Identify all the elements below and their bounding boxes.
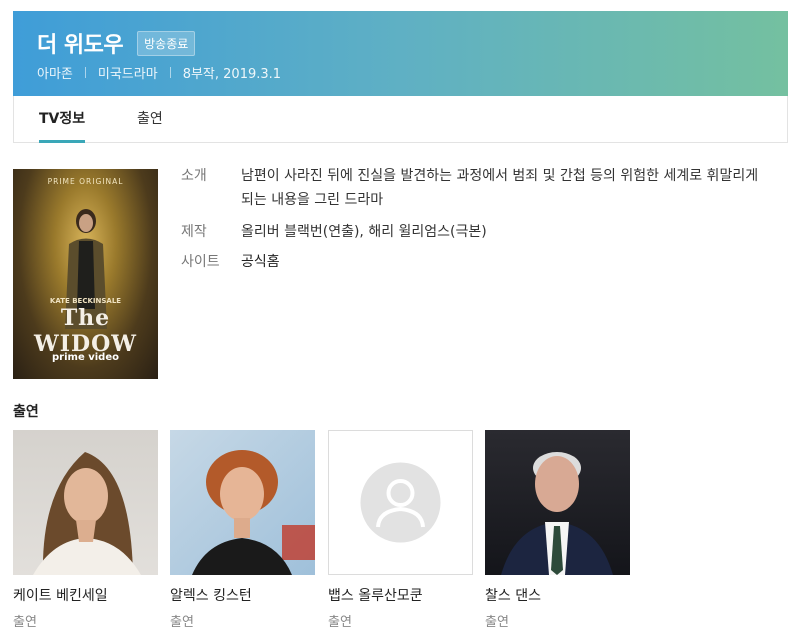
person-photo-icon — [501, 452, 613, 575]
status-badge: 방송종료 — [137, 30, 196, 56]
cast-name[interactable]: 찰스 댄스 — [485, 585, 630, 605]
site-label: 사이트 — [181, 254, 220, 270]
page-title: 더 위도우 — [37, 33, 124, 58]
cast-heading: 출연 — [13, 404, 39, 420]
info-section: 소개 남편이 사라진 뒤에 진실을 발견하는 과정에서 범죄 및 간첩 등의 위… — [181, 164, 761, 274]
poster-image[interactable]: PRIME ORIGINAL KATE BECKINSALE The WIDOW… — [13, 169, 158, 379]
person-photo-icon — [192, 450, 315, 575]
cast-card[interactable]: 찰스 댄스 출연 — [485, 430, 630, 630]
meta-network[interactable]: 아마존 — [37, 63, 73, 82]
info-row-intro: 소개 남편이 사라진 뒤에 진실을 발견하는 과정에서 범죄 및 간첩 등의 위… — [181, 164, 761, 212]
meta-info: 아마존 미국드라마 8부작, 2019.3.1 — [37, 63, 281, 82]
intro-label: 소개 — [181, 168, 207, 184]
cast-role: 출연 — [485, 615, 509, 630]
cast-role: 출연 — [328, 615, 352, 630]
divider — [169, 67, 171, 78]
cast-role: 출연 — [170, 615, 194, 630]
header-banner: 더 위도우 방송종료 아마존 미국드라마 8부작, 2019.3.1 — [13, 11, 788, 96]
cast-card[interactable]: 알렉스 킹스턴 출연 — [170, 430, 315, 630]
cast-name[interactable]: 알렉스 킹스턴 — [170, 585, 315, 605]
tab-bar: TV정보 출연 — [13, 96, 788, 143]
intro-value: 남편이 사라진 뒤에 진실을 발견하는 과정에서 범죄 및 간첩 등의 위험한 … — [241, 168, 759, 208]
production-label: 제작 — [181, 224, 207, 240]
cast-photo[interactable] — [485, 430, 630, 575]
info-row-site: 사이트 공식홈 — [181, 250, 761, 274]
cast-name[interactable]: 뱁스 올루산모쿤 — [328, 585, 473, 605]
tab-cast[interactable]: 출연 — [137, 96, 163, 142]
poster-actor-text: KATE BECKINSALE — [49, 297, 122, 305]
divider — [84, 67, 86, 78]
meta-episodes-date: 8부작, 2019.3.1 — [182, 67, 282, 82]
cast-photo[interactable] — [13, 430, 158, 575]
cast-photo-placeholder[interactable] — [328, 430, 473, 575]
poster-brand-text: prime video — [52, 352, 119, 363]
production-value: 올리버 블랙번(연출), 해리 윌리엄스(극본) — [241, 224, 487, 240]
cast-role: 출연 — [13, 615, 37, 630]
cast-photo[interactable] — [170, 430, 315, 575]
cast-card[interactable]: 뱁스 올루산모쿤 출연 — [328, 430, 473, 630]
info-row-production: 제작 올리버 블랙번(연출), 해리 윌리엄스(극본) — [181, 220, 761, 244]
tab-tv-info[interactable]: TV정보 — [39, 96, 86, 143]
meta-genre: 미국드라마 — [97, 67, 158, 82]
poster-title-text: The WIDOW — [34, 305, 137, 357]
cast-name[interactable]: 케이트 베킨세일 — [13, 585, 158, 605]
default-avatar-icon — [360, 462, 441, 543]
cast-card[interactable]: 케이트 베킨세일 출연 — [13, 430, 158, 630]
site-link[interactable]: 공식홈 — [241, 250, 761, 274]
person-photo-icon — [33, 452, 141, 575]
poster-top-text: PRIME ORIGINAL — [47, 177, 124, 186]
